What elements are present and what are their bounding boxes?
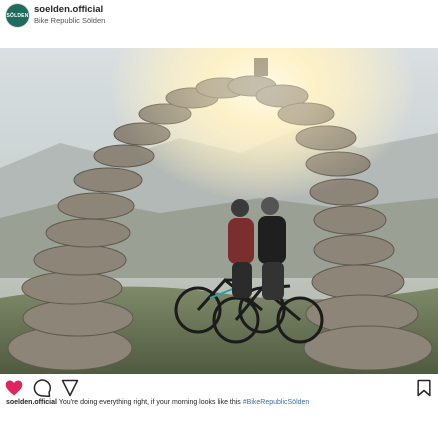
comment-icon[interactable] — [32, 378, 52, 398]
post-header: SÖLDEN soelden.official Bike Republic Sö… — [0, 0, 438, 50]
action-bar — [0, 378, 438, 398]
caption-hashtag[interactable]: #BikeRepublicSölden — [243, 399, 310, 406]
bookmark-icon[interactable] — [414, 378, 434, 398]
share-icon[interactable] — [60, 378, 80, 398]
avatar[interactable]: SÖLDEN — [5, 3, 30, 28]
avatar-logo-text: SÖLDEN — [6, 12, 29, 19]
heart-icon[interactable] — [4, 378, 24, 398]
post-caption: soelden.official You're doing everything… — [6, 398, 406, 408]
post-image[interactable] — [0, 48, 438, 374]
caption-text: You're doing everything right, if your m… — [58, 399, 241, 406]
post-username[interactable]: soelden.official — [34, 4, 103, 15]
post-location[interactable]: Bike Republic Sölden — [34, 16, 105, 25]
post-photo-illustration — [0, 48, 438, 374]
caption-username[interactable]: soelden.official — [6, 399, 57, 406]
